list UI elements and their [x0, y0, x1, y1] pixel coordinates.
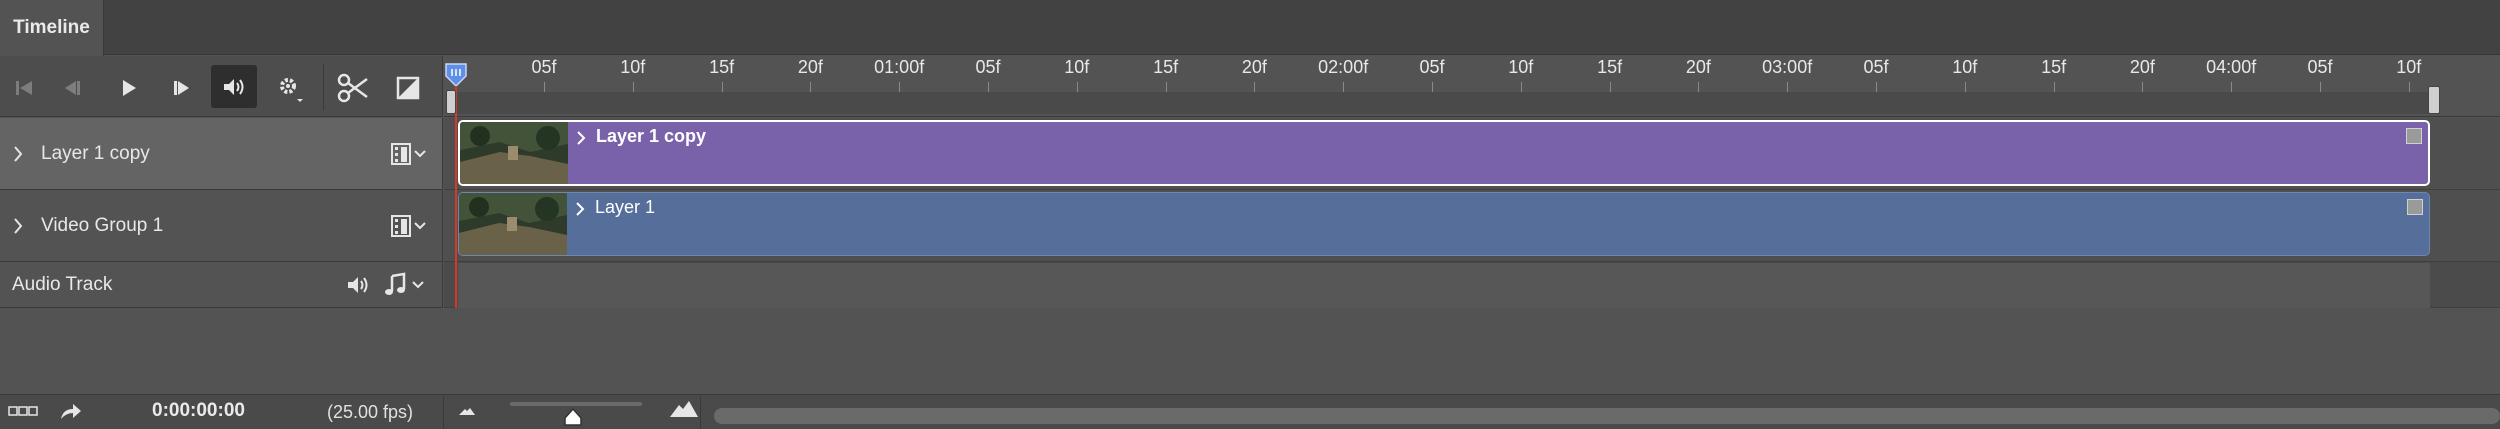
audio-track-area[interactable]	[458, 263, 2430, 308]
ruler-tick	[632, 82, 634, 92]
audio-icon[interactable]	[346, 274, 370, 296]
ruler-tick	[2053, 82, 2055, 92]
settings-icon[interactable]	[272, 70, 308, 106]
ruler-tick	[899, 82, 901, 92]
ruler-tick	[1254, 82, 1256, 92]
panel-tab-bar	[0, 0, 2500, 55]
toolbar-divider	[323, 64, 324, 110]
clip-expand-chevron-icon[interactable]	[575, 201, 585, 217]
ruler-tick	[1698, 82, 1700, 92]
film-icon[interactable]	[390, 213, 430, 239]
clip-expand-chevron-icon[interactable]	[576, 130, 586, 146]
convert-to-frame-animation-icon[interactable]	[8, 405, 38, 419]
ruler-tick	[1520, 82, 1522, 92]
clip-thumbnail	[459, 193, 567, 255]
ruler-tick	[1876, 82, 1877, 92]
ruler-tick	[1609, 82, 1611, 92]
ruler-tick	[810, 82, 812, 92]
ruler-tick	[2320, 82, 2321, 92]
work-area-start-handle[interactable]	[446, 90, 456, 114]
ruler-tick	[1343, 82, 1345, 92]
work-area-bar[interactable]	[448, 92, 2440, 114]
play-icon[interactable]	[115, 74, 143, 102]
zoom-out-icon[interactable]	[456, 404, 478, 418]
audio-icon	[224, 78, 244, 95]
split-icon[interactable]	[333, 68, 373, 108]
ruler-tick	[1787, 82, 1789, 92]
track-header-video-group-1[interactable]: Video Group 1	[0, 190, 443, 262]
expand-chevron-icon[interactable]	[12, 217, 24, 235]
track-header-layer-1-copy[interactable]: Layer 1 copy	[0, 118, 443, 190]
tab-timeline[interactable]: Timeline	[0, 0, 104, 56]
render-video-icon[interactable]	[58, 400, 84, 422]
ruler-tick	[988, 82, 989, 92]
expand-chevron-icon[interactable]	[12, 145, 24, 163]
audio-track-label: Audio Track	[12, 274, 113, 295]
skip-to-start-icon[interactable]	[10, 74, 38, 102]
work-area-end-handle[interactable]	[2428, 86, 2440, 114]
footer-divider	[443, 396, 444, 429]
clip-end-handle[interactable]	[2407, 199, 2423, 215]
track-label: Layer 1 copy	[41, 143, 150, 164]
zoom-slider-thumb[interactable]	[563, 407, 583, 427]
next-frame-icon[interactable]	[168, 74, 196, 102]
frame-rate: (25.00 fps)	[327, 402, 414, 422]
horizontal-scrollbar[interactable]	[714, 408, 2500, 424]
clip-label: Layer 1 copy	[596, 126, 707, 146]
ruler-tick	[2231, 82, 2233, 92]
music-note-icon[interactable]	[384, 272, 428, 298]
playhead-line	[455, 98, 457, 308]
ruler-tick	[2408, 82, 2410, 92]
track-label: Video Group 1	[41, 215, 164, 236]
clip-thumbnail	[460, 122, 568, 184]
ruler-tick	[544, 82, 545, 92]
clip-layer-1[interactable]: Layer 1	[458, 192, 2430, 256]
ruler-tick	[721, 82, 723, 92]
ruler-tick	[1165, 82, 1167, 92]
zoom-slider-track[interactable]	[510, 402, 642, 406]
clip-end-handle[interactable]	[2406, 128, 2422, 144]
ruler-tick	[1964, 82, 1966, 92]
zoom-in-icon[interactable]	[668, 398, 700, 420]
track-header-audio[interactable]: Audio Track	[0, 262, 443, 308]
film-icon[interactable]	[390, 141, 430, 167]
previous-frame-icon[interactable]	[58, 74, 86, 102]
footer-divider	[700, 396, 701, 429]
ruler-tick	[2142, 82, 2144, 92]
clip-layer-1-copy[interactable]: Layer 1 copy	[458, 120, 2430, 186]
clip-label: Layer 1	[595, 197, 656, 217]
transition-icon[interactable]	[390, 70, 426, 106]
mute-audio-button[interactable]	[211, 65, 257, 108]
ruler-tick-label: 10f	[2396, 57, 2422, 77]
ruler-tick	[1432, 82, 1433, 92]
current-timecode: 0:00:00:00	[152, 400, 245, 421]
ruler-tick	[1076, 82, 1078, 92]
